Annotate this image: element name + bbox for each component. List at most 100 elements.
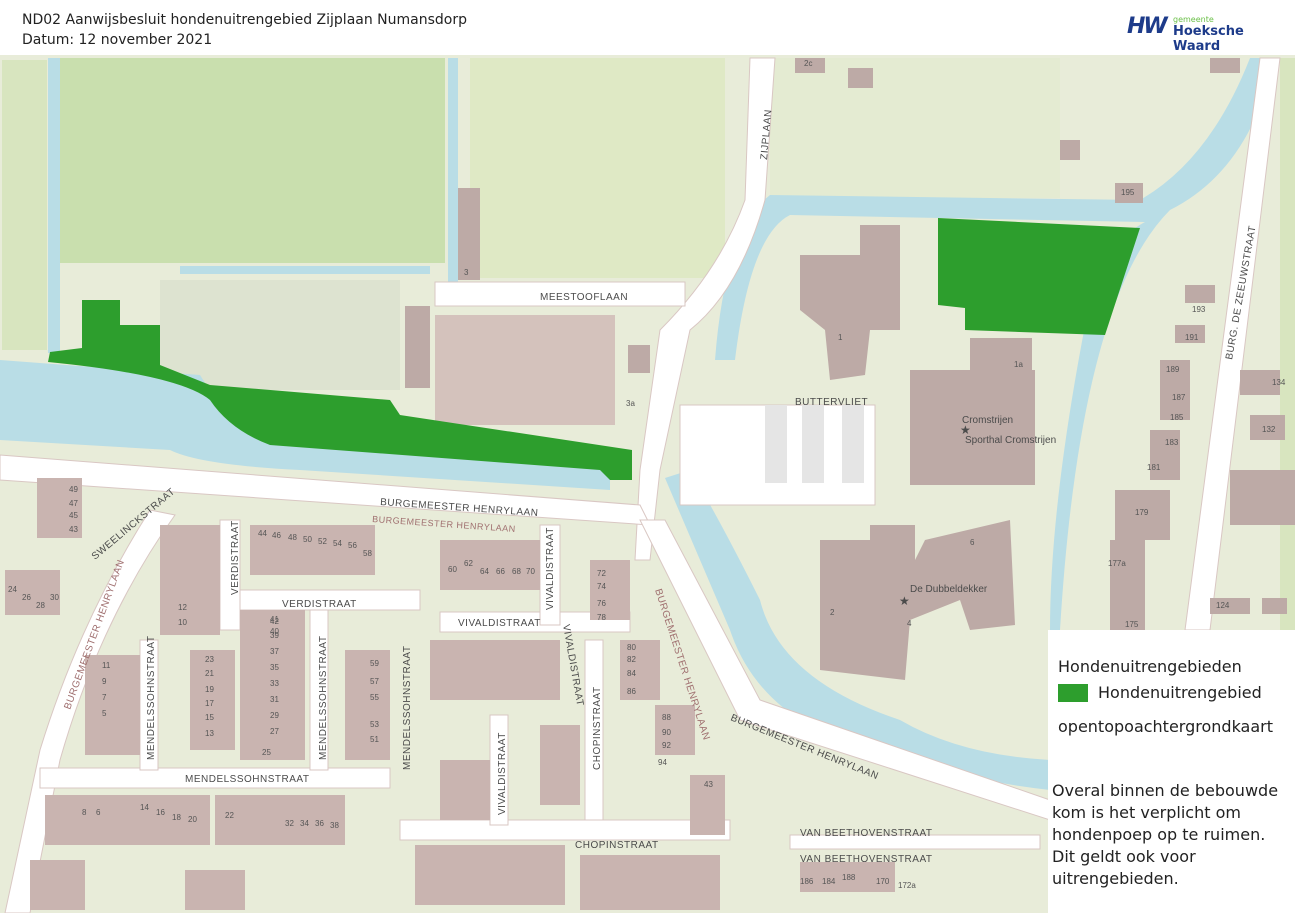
label-verdistraat: VERDISTRAAT [282,599,357,610]
house-number: 74 [597,582,606,591]
house-number: 82 [627,655,636,664]
label-vivaldistraat-v2: VIVALDISTRAAT [497,732,508,815]
house-number: 46 [272,531,281,540]
map-header: ND02 Aanwijsbesluit hondenuitrengebied Z… [0,0,1295,56]
field-area [770,58,1060,198]
house-number: 49 [69,485,78,494]
building [1185,285,1215,303]
star-icon: ★ [899,594,910,608]
label-chopinstraat: CHOPINSTRAAT [575,840,659,851]
municipality-logo: HW gemeente Hoeksche Waard [1127,14,1277,54]
house-number: 193 [1192,305,1206,314]
house-number: 53 [370,720,379,729]
label-meestooflaan: MEESTOOFLAAN [540,292,628,303]
house-number: 170 [876,877,890,886]
building [970,338,1032,378]
house-number: 35 [270,663,279,672]
parking-row [842,405,864,483]
house-number: 94 [658,758,667,767]
house-number: 54 [333,539,342,548]
house-number: 185 [1170,413,1184,422]
house-number: 187 [1172,393,1186,402]
house-number: 21 [205,669,214,678]
road-chopinstraat [399,819,731,841]
label-van-beethovenstraat: VAN BEETHOVENSTRAAT [800,828,932,839]
legend-swatch [1058,684,1088,702]
house-number: 188 [842,873,856,882]
house-number: 6 [96,808,101,817]
building [1230,470,1295,525]
label-van-beethovenstraat-2: VAN BEETHOVENSTRAAT [800,854,932,865]
sports-field [160,280,400,390]
house-number: 47 [69,499,78,508]
house-number: 37 [270,647,279,656]
building [405,306,430,388]
house-number: 16 [156,808,165,817]
map-date: Datum: 12 november 2021 [22,32,213,48]
house-number: 31 [270,695,279,704]
house-number: 7 [102,693,107,702]
house-number: 64 [480,567,489,576]
dog-area-zijplaan[interactable] [938,218,1140,335]
label-verdistraat-v: VERDISTRAAT [230,520,241,595]
building [1210,58,1240,73]
house-number: 28 [36,601,45,610]
ditch [48,58,60,353]
label-sporthal: Sporthal Cromstrijen [965,435,1056,446]
house-number: 132 [1262,425,1276,434]
building [628,345,650,373]
label-mendelssohnstraat-v1: MENDELSSOHNSTRAAT [146,636,157,760]
house-number: 88 [662,713,671,722]
legend-item-label: Hondenuitrengebied [1098,683,1262,702]
house-number: 19 [205,685,214,694]
house-number: 50 [303,535,312,544]
house-number: 1 [838,333,843,342]
house-number: 29 [270,711,279,720]
house-number: 27 [270,727,279,736]
house-number: 23 [205,655,214,664]
house-number: 4 [907,619,912,628]
logo-mark-icon: HW [1127,14,1168,39]
house-number: 51 [370,735,379,744]
house-number: 15 [205,713,214,722]
house-number: 48 [288,533,297,542]
field-area [60,58,445,263]
house-number: 59 [370,659,379,668]
house-number: 124 [1216,601,1230,610]
house-number: 181 [1147,463,1161,472]
building [1262,598,1287,614]
house-number: 76 [597,599,606,608]
building [458,188,480,280]
house-number: 177a [1108,559,1126,568]
house-number: 172a [898,881,916,890]
house-number: 60 [448,565,457,574]
house-number: 68 [512,567,521,576]
house-number: 55 [370,693,379,702]
house-number: 14 [140,803,149,812]
parking-row [802,405,824,483]
house-number: 24 [8,585,17,594]
house-number: 70 [526,567,535,576]
house-number: 52 [318,537,327,546]
house-number: 10 [178,618,187,627]
house-number: 43 [69,525,78,534]
house-number: 44 [258,529,267,538]
map-title: ND02 Aanwijsbesluit hondenuitrengebied Z… [22,12,468,28]
label-buttervliet: BUTTERVLIET [795,397,868,408]
label-chopinstraat-v: CHOPINSTRAAT [592,686,603,770]
house-number: 42 [270,617,279,626]
label-mendelssohnstraat: MENDELSSOHNSTRAAT [185,774,309,785]
house-number: 183 [1165,438,1179,447]
house-number: 92 [662,741,671,750]
logo-name: Hoeksche Waard [1173,24,1244,54]
legend-basemap: opentopoachtergrondkaart [1058,717,1274,736]
house-number: 80 [627,643,636,652]
parking-row [765,405,787,483]
house-number: 90 [662,728,671,737]
ditch [180,266,430,274]
house-number: 18 [172,813,181,822]
house-number: 186 [800,877,814,886]
house-number: 34 [300,819,309,828]
label-vivaldistraat-v: VIVALDISTRAAT [545,527,556,610]
house-number: 86 [627,687,636,696]
